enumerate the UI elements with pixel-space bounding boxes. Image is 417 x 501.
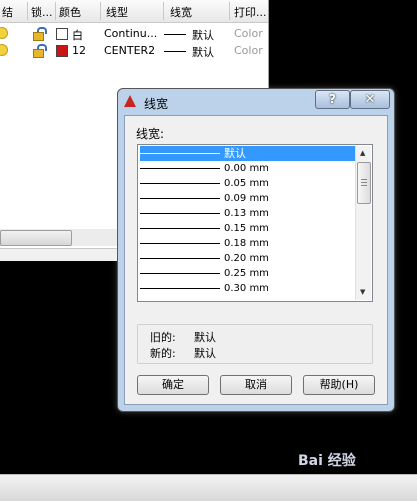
layer-row[interactable]: 白 Continu... 默认 Color [0,26,268,42]
list-item[interactable]: 0.00 mm [140,161,355,176]
layer-table-header: 结 锁... 颜色 线型 线宽 打印... [0,0,268,23]
lineweight-value[interactable]: 默认 [192,44,214,60]
new-label: 新的: [150,347,176,360]
unlock-icon[interactable] [33,44,47,58]
unlock-icon[interactable] [33,27,47,41]
list-item[interactable]: 默认 [140,146,355,161]
header-linetype[interactable]: 线型 [106,4,128,20]
list-item[interactable]: 0.05 mm [140,176,355,191]
list-item[interactable]: 0.09 mm [140,191,355,206]
color-swatch[interactable] [56,28,68,40]
lineweight-sample [164,51,186,52]
list-item[interactable]: 0.20 mm [140,251,355,266]
scroll-down-icon[interactable]: ▼ [360,288,365,296]
sun-icon[interactable] [0,27,8,39]
lineweight-sample [164,34,186,35]
layer-row[interactable]: 12 CENTER2 默认 Color [0,43,268,59]
color-name: 白 [72,29,83,42]
color-swatch[interactable] [56,45,68,57]
header-lineweight[interactable]: 线宽 [170,4,192,20]
help-icon[interactable]: ? [315,90,350,109]
dialog-title-bar[interactable]: 线宽 ? ✕ [118,89,394,115]
lineweight-info: 旧的: 默认 新的: 默认 [137,324,373,364]
header-lock[interactable]: 锁... [31,4,53,20]
close-icon[interactable]: ✕ [350,90,390,109]
baidu-watermark: Bai 经验 [298,453,356,469]
linetype-value[interactable]: Continu... [104,27,157,40]
dialog-body: 线宽: 默认 0.00 mm 0.05 mm 0.09 mm 0.13 mm 0… [124,115,388,405]
autocad-icon [124,95,138,108]
dialog-title: 线宽 [144,97,169,111]
new-value: 默认 [194,347,216,360]
header-freeze[interactable]: 结 [2,4,13,20]
horizontal-scroll-thumb[interactable] [0,230,72,246]
old-label: 旧的: [150,331,176,344]
vertical-scrollbar[interactable]: ▲ ▼ [355,146,371,300]
bottom-bar [0,474,417,501]
list-item[interactable]: 0.25 mm [140,266,355,281]
sun-icon[interactable] [0,44,8,56]
list-item[interactable]: 0.18 mm [140,236,355,251]
plot-style-value[interactable]: Color [234,27,263,40]
list-item[interactable]: 0.13 mm [140,206,355,221]
help-button[interactable]: 帮助(H) [303,375,375,395]
plot-style-value[interactable]: Color [234,44,263,57]
list-item[interactable]: 0.30 mm [140,281,355,296]
old-value: 默认 [194,331,216,344]
color-name: 12 [72,44,86,57]
scroll-up-icon[interactable]: ▲ [360,149,365,157]
lineweight-value[interactable]: 默认 [192,27,214,43]
lineweight-list-label: 线宽: [136,127,165,141]
header-color[interactable]: 颜色 [59,4,81,20]
linetype-value[interactable]: CENTER2 [104,44,155,57]
header-plot-style[interactable]: 打印... [234,4,267,20]
cancel-button[interactable]: 取消 [220,375,292,395]
ok-button[interactable]: 确定 [137,375,209,395]
list-item[interactable]: 0.15 mm [140,221,355,236]
lineweight-dialog: 线宽 ? ✕ 线宽: 默认 0.00 mm 0.05 mm 0.09 mm 0.… [117,88,395,412]
vertical-scroll-thumb[interactable] [357,162,371,204]
lineweight-list[interactable]: 默认 0.00 mm 0.05 mm 0.09 mm 0.13 mm 0.15 … [137,144,373,302]
